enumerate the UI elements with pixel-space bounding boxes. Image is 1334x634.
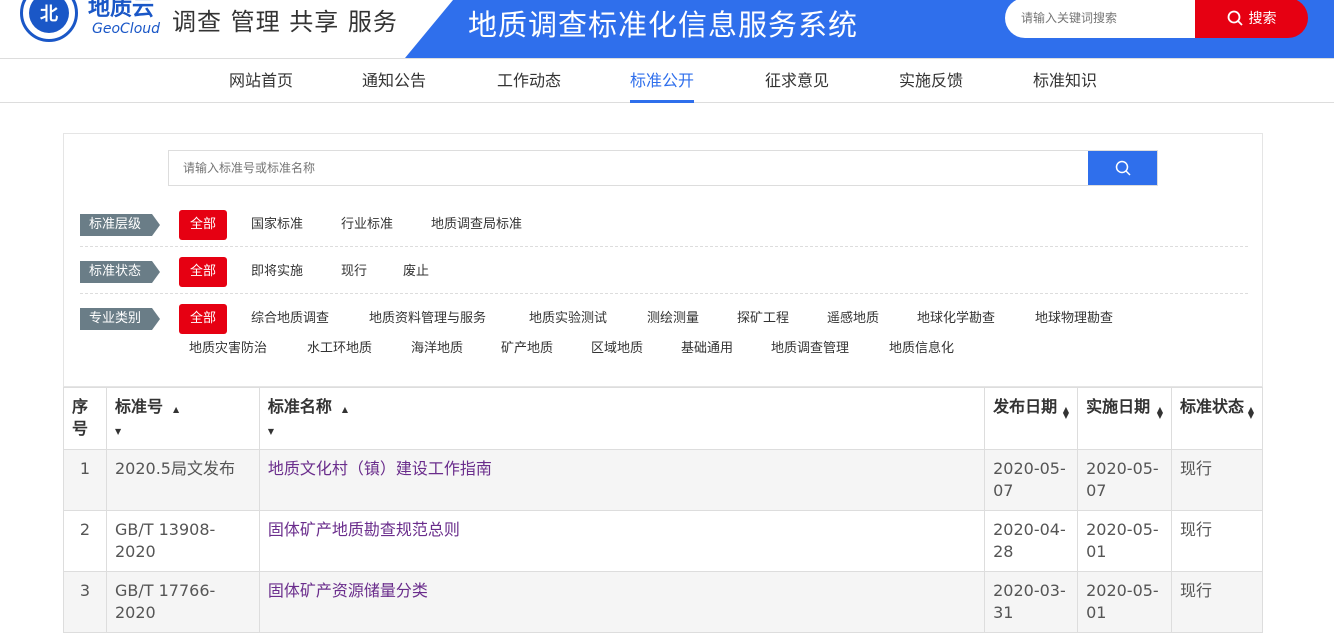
nav-item-comments[interactable]: 征求意见 [765,59,829,103]
search-icon [1227,10,1243,26]
status-option-current[interactable]: 现行 [341,257,367,287]
column-header-no-label: 序号 [72,397,89,438]
filter-tag-level: 标准层级 [80,214,160,236]
category-option[interactable]: 基础通用 [681,334,733,364]
standard-search [168,150,1158,186]
cell-effective-date: 2020-05-01 [1077,571,1173,633]
standard-search-input[interactable] [169,151,1088,185]
column-header-name-label: 标准名称 [267,397,332,416]
standard-search-button[interactable] [1088,151,1157,185]
level-option-bureau[interactable]: 地质调查局标准 [431,210,522,240]
cell-code: GB/T 13908-2020 [105,510,260,572]
filter-panel: 标准层级 全部 国家标准 行业标准 地质调查局标准 标准状态 全部 即将实施 现… [63,133,1263,387]
logo-emblem[interactable]: 北 [20,0,78,42]
standard-name-link[interactable]: 固体矿产资源储量分类 [258,571,986,633]
cell-publish-date: 2020-04-28 [984,510,1079,572]
filter-row-level: 标准层级 全部 国家标准 行业标准 地质调查局标准 [80,210,1248,247]
main-nav: 网站首页 通知公告 工作动态 标准公开 征求意见 实施反馈 标准知识 [0,58,1334,103]
standards-table: 序号 标准号 ▲ ▼ 标准名称 ▲ ▼ ▲ ▼ 发布日期 ▲ ▼ 实施日期 ▲ ▼ 标准状态 1 2… [63,387,1263,633]
level-option-all[interactable]: 全部 [179,210,228,240]
column-header-status[interactable]: ▲ ▼ 标准状态 [1171,387,1263,450]
brand-name-en: GeoCloud [92,21,161,37]
cell-status: 现行 [1171,449,1263,511]
category-option[interactable]: 海洋地质 [411,334,463,364]
brand[interactable]: 地质云 GeoCloud [88,0,160,36]
cell-publish-date: 2020-03-31 [984,571,1079,633]
cell-no: 3 [63,571,107,633]
category-option[interactable]: 水工环地质 [307,334,372,364]
status-option-abolished[interactable]: 废止 [403,257,429,287]
column-header-name[interactable]: 标准名称 ▲ ▼ [258,387,986,450]
column-header-publish[interactable]: ▲ ▼ 发布日期 [984,387,1079,450]
status-option-upcoming[interactable]: 即将实施 [251,257,303,287]
nav-item-standards[interactable]: 标准公开 [630,59,695,103]
category-option[interactable]: 地质实验测试 [529,304,607,334]
category-option[interactable]: 测绘测量 [647,304,699,334]
column-header-no: 序号 [63,387,107,450]
table-row: 1 2020.5局文发布 地质文化村（镇）建设工作指南 2020-05-07 2… [63,449,1263,511]
category-option[interactable]: 地球物理勘查 [1035,304,1113,334]
category-option[interactable]: 探矿工程 [737,304,789,334]
nav-item-news[interactable]: 工作动态 [497,59,561,103]
column-header-code[interactable]: 标准号 ▲ ▼ [105,387,260,450]
top-search: 搜索 [1005,0,1308,38]
cell-code: GB/T 17766-2020 [105,571,260,633]
table-row: 2 GB/T 13908-2020 固体矿产地质勘查规范总则 2020-04-2… [63,510,1263,572]
sort-icon[interactable]: ▲ ▼ [1063,406,1069,420]
category-option[interactable]: 矿产地质 [501,334,553,364]
standard-name-link[interactable]: 固体矿产地质勘查规范总则 [258,510,986,572]
table-header-row: 序号 标准号 ▲ ▼ 标准名称 ▲ ▼ ▲ ▼ 发布日期 ▲ ▼ 实施日期 ▲ ▼ 标准状态 [63,387,1263,450]
category-option[interactable]: 地质灾害防治 [189,334,267,364]
site-header: 北 地质云 GeoCloud 调查 管理 共享 服务 地质调查标准化信息服务系统… [0,0,1334,58]
cell-effective-date: 2020-05-07 [1077,449,1173,511]
cell-code: 2020.5局文发布 [105,449,260,511]
column-header-code-label: 标准号 [114,397,163,416]
column-header-status-label: 标准状态 [1180,397,1245,416]
category-option[interactable]: 地质调查管理 [771,334,849,364]
keyword-search-input[interactable] [1005,0,1195,38]
filter-row-status: 标准状态 全部 即将实施 现行 废止 [80,257,1248,294]
category-option[interactable]: 综合地质调查 [251,304,329,334]
filter-tag-category: 专业类别 [80,308,160,330]
sort-icon[interactable]: ▲ ▼ [1157,406,1163,420]
nav-item-home[interactable]: 网站首页 [229,59,293,103]
category-option[interactable]: 地质资料管理与服务 [369,304,486,334]
table-row: 3 GB/T 17766-2020 固体矿产资源储量分类 2020-03-31 … [63,571,1263,633]
category-option-all[interactable]: 全部 [179,304,228,334]
brand-name-cn: 地质云 [88,0,155,21]
nav-item-feedback[interactable]: 实施反馈 [899,59,963,103]
category-option[interactable]: 地质信息化 [889,334,954,364]
cell-no: 1 [63,449,107,511]
cell-effective-date: 2020-05-01 [1077,510,1173,572]
column-header-publish-label: 发布日期 [993,397,1058,416]
keyword-search-label: 搜索 [1248,11,1277,27]
slogan: 调查 管理 共享 服务 [172,8,398,36]
level-option-industry[interactable]: 行业标准 [341,210,393,240]
logo-emblem-mark: 北 [29,0,69,33]
sort-icon[interactable]: ▲ ▼ [1248,406,1254,420]
filter-tag-status: 标准状态 [80,261,160,283]
system-title: 地质调查标准化信息服务系统 [468,8,859,42]
standard-name-link[interactable]: 地质文化村（镇）建设工作指南 [258,449,986,511]
category-option[interactable]: 地球化学勘查 [917,304,995,334]
level-option-national[interactable]: 国家标准 [251,210,303,240]
category-option[interactable]: 遥感地质 [827,304,879,334]
cell-status: 现行 [1171,571,1263,633]
filter-row-category: 专业类别 全部 综合地质调查 地质资料管理与服务 地质实验测试 测绘测量 探矿工… [80,304,1248,364]
column-header-effective-label: 实施日期 [1086,397,1151,416]
nav-item-knowledge[interactable]: 标准知识 [1033,59,1097,103]
search-icon [1115,160,1131,176]
cell-no: 2 [63,510,107,572]
nav-item-notices[interactable]: 通知公告 [362,59,426,103]
cell-status: 现行 [1171,510,1263,572]
category-option[interactable]: 区域地质 [591,334,643,364]
keyword-search-button[interactable]: 搜索 [1195,0,1308,38]
column-header-effective[interactable]: ▲ ▼ 实施日期 [1077,387,1173,450]
cell-publish-date: 2020-05-07 [984,449,1079,511]
status-option-all[interactable]: 全部 [179,257,228,287]
